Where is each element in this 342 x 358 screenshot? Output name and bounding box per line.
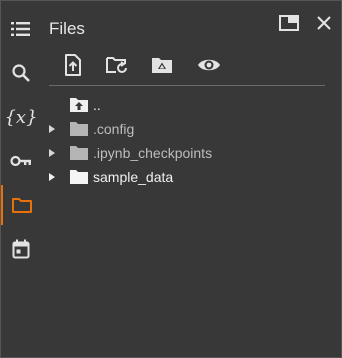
search-button[interactable] [1,53,41,93]
upload-button[interactable] [59,53,87,81]
folder-icon [69,145,89,161]
calendar-icon [12,239,30,259]
file-name: .config [93,121,135,137]
side-rail: {𝑥} [1,1,41,357]
variables-icon: {𝑥} [4,106,38,128]
panel-title: Files [49,19,85,38]
secrets-button[interactable] [1,141,41,181]
file-row-sample-data[interactable]: sample_data [41,166,341,188]
file-name: .ipynb_checkpoints [93,145,213,161]
expand-caret-icon[interactable] [47,148,57,158]
file-name: .. [93,97,101,113]
table-of-contents-button[interactable] [1,9,41,49]
refresh-button[interactable] [103,53,131,81]
variables-button[interactable]: {𝑥} [1,97,41,137]
folder-icon [11,196,33,214]
files-button[interactable] [1,185,41,225]
calendar-button[interactable] [1,229,41,269]
file-row-ipynb-checkpoints[interactable]: .ipynb_checkpoints [41,142,341,164]
files-panel: Files .. .config .ipynb_checkpoints samp… [41,1,341,357]
upload-icon [64,53,82,81]
show-hidden-button[interactable] [195,53,223,81]
open-in-tab-icon [279,14,299,36]
refresh-folder-icon [105,55,129,80]
file-row-config[interactable]: .config [41,118,341,140]
file-name: sample_data [93,169,174,185]
close-button[interactable] [312,13,336,37]
parent-folder-icon [69,97,89,113]
close-icon [316,15,332,36]
folder-icon [69,121,89,137]
expand-caret-icon[interactable] [47,124,57,134]
files-panel-window: {𝑥} Files .. .config .ipynb_checkpoints … [0,0,342,358]
toolbar-divider [49,85,325,86]
open-in-tab-button[interactable] [277,13,301,37]
folder-icon [69,169,89,185]
mount-drive-button[interactable] [148,53,176,81]
file-row-parent[interactable]: .. [41,94,341,116]
table-of-contents-icon [11,21,31,37]
search-icon [11,63,31,83]
expand-caret-icon[interactable] [47,172,57,182]
key-icon [10,155,32,167]
show-hidden-icon [197,57,221,78]
mount-drive-icon [150,55,174,80]
